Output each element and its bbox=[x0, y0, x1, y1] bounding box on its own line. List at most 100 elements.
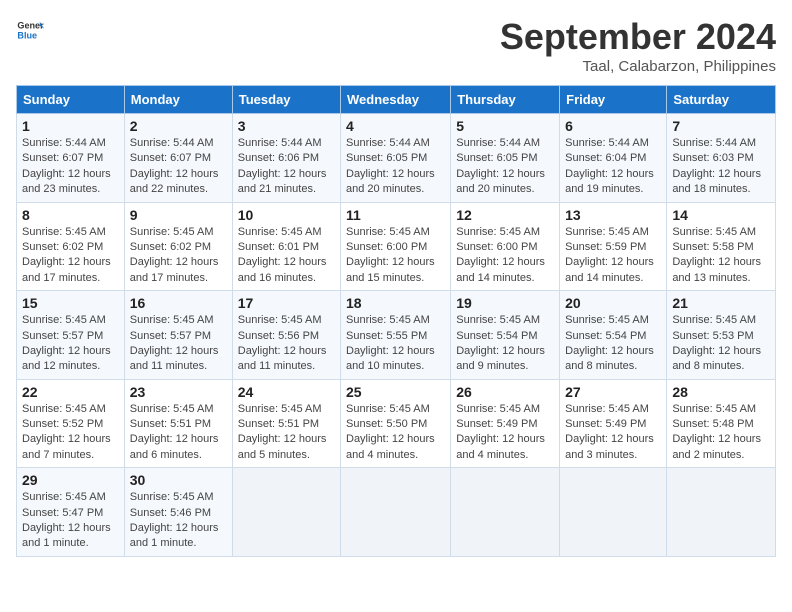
day-info: Sunrise: 5:45 AM Sunset: 6:02 PM Dayligh… bbox=[130, 225, 227, 287]
day-number: 14 bbox=[672, 207, 770, 223]
day-number: 30 bbox=[130, 472, 227, 488]
table-row: 3 Sunrise: 5:44 AM Sunset: 6:06 PM Dayli… bbox=[232, 114, 340, 203]
calendar-row: 8 Sunrise: 5:45 AM Sunset: 6:02 PM Dayli… bbox=[17, 202, 776, 291]
day-info: Sunrise: 5:45 AM Sunset: 6:00 PM Dayligh… bbox=[456, 225, 554, 287]
table-row: 30 Sunrise: 5:45 AM Sunset: 5:46 PM Dayl… bbox=[124, 468, 232, 557]
day-info: Sunrise: 5:45 AM Sunset: 5:50 PM Dayligh… bbox=[346, 402, 445, 464]
day-info: Sunrise: 5:45 AM Sunset: 5:53 PM Dayligh… bbox=[672, 313, 770, 375]
table-row: 2 Sunrise: 5:44 AM Sunset: 6:07 PM Dayli… bbox=[124, 114, 232, 203]
daylight-label: Daylight: 12 hours and 4 minutes. bbox=[346, 433, 435, 460]
day-info: Sunrise: 5:45 AM Sunset: 5:57 PM Dayligh… bbox=[130, 313, 227, 375]
day-number: 6 bbox=[565, 118, 661, 134]
sunrise-label: Sunrise: 5:45 AM bbox=[346, 226, 430, 238]
sunrise-label: Sunrise: 5:45 AM bbox=[22, 403, 106, 415]
col-saturday: Saturday bbox=[667, 86, 776, 114]
sunset-label: Sunset: 6:01 PM bbox=[238, 241, 319, 253]
daylight-label: Daylight: 12 hours and 14 minutes. bbox=[565, 256, 654, 283]
svg-text:Blue: Blue bbox=[17, 30, 37, 40]
day-info: Sunrise: 5:45 AM Sunset: 5:49 PM Dayligh… bbox=[456, 402, 554, 464]
table-row: 5 Sunrise: 5:44 AM Sunset: 6:05 PM Dayli… bbox=[451, 114, 560, 203]
day-info: Sunrise: 5:45 AM Sunset: 5:58 PM Dayligh… bbox=[672, 225, 770, 287]
daylight-label: Daylight: 12 hours and 11 minutes. bbox=[238, 345, 327, 372]
sunset-label: Sunset: 5:57 PM bbox=[22, 330, 103, 342]
daylight-label: Daylight: 12 hours and 1 minute. bbox=[130, 522, 219, 549]
sunset-label: Sunset: 6:06 PM bbox=[238, 152, 319, 164]
sunrise-label: Sunrise: 5:45 AM bbox=[22, 314, 106, 326]
sunrise-label: Sunrise: 5:45 AM bbox=[672, 403, 756, 415]
sunrise-label: Sunrise: 5:45 AM bbox=[565, 314, 649, 326]
table-row: 8 Sunrise: 5:45 AM Sunset: 6:02 PM Dayli… bbox=[17, 202, 125, 291]
day-number: 2 bbox=[130, 118, 227, 134]
daylight-label: Daylight: 12 hours and 9 minutes. bbox=[456, 345, 545, 372]
daylight-label: Daylight: 12 hours and 22 minutes. bbox=[130, 168, 219, 195]
table-row bbox=[232, 468, 340, 557]
daylight-label: Daylight: 12 hours and 12 minutes. bbox=[22, 345, 111, 372]
day-number: 25 bbox=[346, 384, 445, 400]
day-info: Sunrise: 5:45 AM Sunset: 5:49 PM Dayligh… bbox=[565, 402, 661, 464]
table-row: 9 Sunrise: 5:45 AM Sunset: 6:02 PM Dayli… bbox=[124, 202, 232, 291]
col-sunday: Sunday bbox=[17, 86, 125, 114]
daylight-label: Daylight: 12 hours and 17 minutes. bbox=[22, 256, 111, 283]
sunrise-label: Sunrise: 5:45 AM bbox=[672, 226, 756, 238]
day-info: Sunrise: 5:44 AM Sunset: 6:05 PM Dayligh… bbox=[346, 136, 445, 198]
table-row: 12 Sunrise: 5:45 AM Sunset: 6:00 PM Dayl… bbox=[451, 202, 560, 291]
sunset-label: Sunset: 5:54 PM bbox=[565, 330, 646, 342]
location: Taal, Calabarzon, Philippines bbox=[500, 58, 776, 75]
table-row: 1 Sunrise: 5:44 AM Sunset: 6:07 PM Dayli… bbox=[17, 114, 125, 203]
sunset-label: Sunset: 6:02 PM bbox=[22, 241, 103, 253]
calendar-row: 15 Sunrise: 5:45 AM Sunset: 5:57 PM Dayl… bbox=[17, 291, 776, 380]
sunset-label: Sunset: 5:55 PM bbox=[346, 330, 427, 342]
sunset-label: Sunset: 5:59 PM bbox=[565, 241, 646, 253]
day-number: 13 bbox=[565, 207, 661, 223]
daylight-label: Daylight: 12 hours and 4 minutes. bbox=[456, 433, 545, 460]
sunset-label: Sunset: 6:03 PM bbox=[672, 152, 753, 164]
sunrise-label: Sunrise: 5:44 AM bbox=[672, 137, 756, 149]
sunset-label: Sunset: 6:05 PM bbox=[346, 152, 427, 164]
sunrise-label: Sunrise: 5:45 AM bbox=[672, 314, 756, 326]
sunrise-label: Sunrise: 5:44 AM bbox=[346, 137, 430, 149]
sunset-label: Sunset: 6:05 PM bbox=[456, 152, 537, 164]
table-row: 25 Sunrise: 5:45 AM Sunset: 5:50 PM Dayl… bbox=[341, 379, 451, 468]
day-info: Sunrise: 5:44 AM Sunset: 6:04 PM Dayligh… bbox=[565, 136, 661, 198]
daylight-label: Daylight: 12 hours and 11 minutes. bbox=[130, 345, 219, 372]
table-row bbox=[341, 468, 451, 557]
day-number: 22 bbox=[22, 384, 119, 400]
sunset-label: Sunset: 5:49 PM bbox=[456, 418, 537, 430]
daylight-label: Daylight: 12 hours and 2 minutes. bbox=[672, 433, 761, 460]
day-number: 1 bbox=[22, 118, 119, 134]
day-number: 4 bbox=[346, 118, 445, 134]
sunrise-label: Sunrise: 5:45 AM bbox=[565, 226, 649, 238]
day-info: Sunrise: 5:44 AM Sunset: 6:07 PM Dayligh… bbox=[130, 136, 227, 198]
calendar-row: 22 Sunrise: 5:45 AM Sunset: 5:52 PM Dayl… bbox=[17, 379, 776, 468]
sunrise-label: Sunrise: 5:44 AM bbox=[456, 137, 540, 149]
day-number: 5 bbox=[456, 118, 554, 134]
day-info: Sunrise: 5:45 AM Sunset: 5:51 PM Dayligh… bbox=[130, 402, 227, 464]
day-info: Sunrise: 5:45 AM Sunset: 6:01 PM Dayligh… bbox=[238, 225, 335, 287]
col-tuesday: Tuesday bbox=[232, 86, 340, 114]
sunrise-label: Sunrise: 5:45 AM bbox=[130, 314, 214, 326]
table-row: 10 Sunrise: 5:45 AM Sunset: 6:01 PM Dayl… bbox=[232, 202, 340, 291]
day-number: 28 bbox=[672, 384, 770, 400]
table-row: 6 Sunrise: 5:44 AM Sunset: 6:04 PM Dayli… bbox=[560, 114, 667, 203]
day-info: Sunrise: 5:44 AM Sunset: 6:06 PM Dayligh… bbox=[238, 136, 335, 198]
day-number: 27 bbox=[565, 384, 661, 400]
daylight-label: Daylight: 12 hours and 21 minutes. bbox=[238, 168, 327, 195]
sunset-label: Sunset: 5:49 PM bbox=[565, 418, 646, 430]
sunrise-label: Sunrise: 5:45 AM bbox=[130, 491, 214, 503]
table-row: 28 Sunrise: 5:45 AM Sunset: 5:48 PM Dayl… bbox=[667, 379, 776, 468]
table-row: 14 Sunrise: 5:45 AM Sunset: 5:58 PM Dayl… bbox=[667, 202, 776, 291]
table-row: 27 Sunrise: 5:45 AM Sunset: 5:49 PM Dayl… bbox=[560, 379, 667, 468]
daylight-label: Daylight: 12 hours and 5 minutes. bbox=[238, 433, 327, 460]
table-row bbox=[667, 468, 776, 557]
day-number: 18 bbox=[346, 295, 445, 311]
sunrise-label: Sunrise: 5:45 AM bbox=[130, 403, 214, 415]
sunset-label: Sunset: 5:56 PM bbox=[238, 330, 319, 342]
sunset-label: Sunset: 6:07 PM bbox=[22, 152, 103, 164]
calendar-table: Sunday Monday Tuesday Wednesday Thursday… bbox=[16, 85, 776, 557]
sunset-label: Sunset: 5:57 PM bbox=[130, 330, 211, 342]
sunrise-label: Sunrise: 5:44 AM bbox=[22, 137, 106, 149]
daylight-label: Daylight: 12 hours and 15 minutes. bbox=[346, 256, 435, 283]
daylight-label: Daylight: 12 hours and 6 minutes. bbox=[130, 433, 219, 460]
sunrise-label: Sunrise: 5:45 AM bbox=[22, 491, 106, 503]
sunset-label: Sunset: 5:58 PM bbox=[672, 241, 753, 253]
